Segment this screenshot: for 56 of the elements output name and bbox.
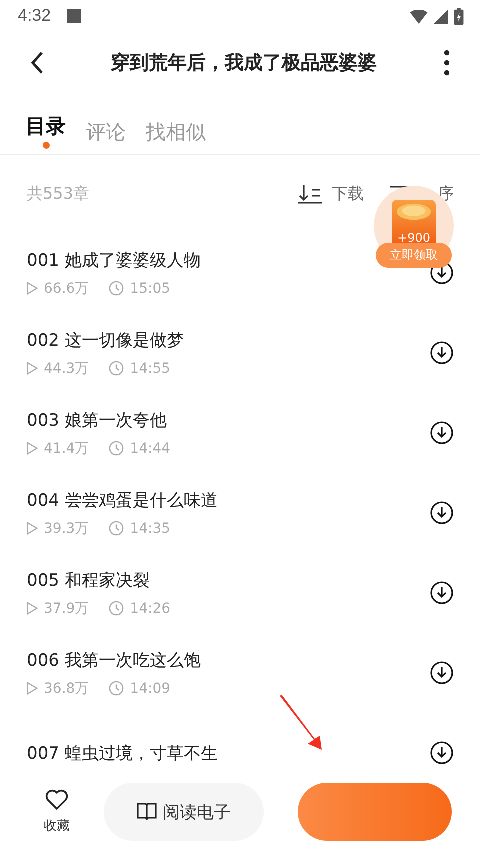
chapter-duration: 14:26 xyxy=(130,600,171,616)
download-icon[interactable] xyxy=(430,581,454,605)
chapter-duration: 14:35 xyxy=(130,520,171,536)
signal-icon xyxy=(434,9,448,23)
play-icon xyxy=(27,442,38,455)
clock-icon xyxy=(109,441,124,456)
download-list-icon xyxy=(298,184,322,204)
clock-icon xyxy=(109,681,124,696)
reward-amount: +900 xyxy=(398,231,430,245)
page-title: 穿到荒年后，我成了极品恶婆婆 xyxy=(110,51,378,76)
chapter-count: 共553章 xyxy=(27,184,90,204)
clock-icon xyxy=(109,521,124,536)
play-icon xyxy=(27,282,38,295)
chapter-title[interactable]: 004 尝尝鸡蛋是什么味道 xyxy=(27,488,218,512)
download-button[interactable]: 下载 xyxy=(298,184,364,204)
favorite-button[interactable]: 收藏 xyxy=(44,789,70,835)
play-icon xyxy=(27,362,38,375)
download-icon[interactable] xyxy=(430,741,454,765)
chapter-duration: 14:09 xyxy=(130,680,171,696)
annotation-arrow xyxy=(278,694,324,752)
wifi-icon xyxy=(410,9,428,23)
book-icon xyxy=(137,803,157,821)
tab[interactable]: 目录 xyxy=(26,99,66,149)
download-icon[interactable] xyxy=(430,661,454,685)
chapter-duration: 15:05 xyxy=(130,280,171,296)
download-icon[interactable] xyxy=(430,341,454,365)
chapter-title[interactable]: 001 她成了婆婆级人物 xyxy=(27,248,201,272)
heart-icon xyxy=(45,789,69,811)
battery-icon xyxy=(454,8,464,24)
play-count: 44.3万 xyxy=(44,360,90,378)
chapter-duration: 14:55 xyxy=(130,360,171,376)
clock-icon xyxy=(109,281,124,296)
play-count: 66.6万 xyxy=(44,280,90,298)
chapter-title[interactable]: 006 我第一次吃这么饱 xyxy=(27,648,201,672)
chapter-title[interactable]: 005 和程家决裂 xyxy=(27,568,150,592)
chapter-title[interactable]: 002 这一切像是做梦 xyxy=(27,328,184,352)
play-icon xyxy=(27,602,38,615)
coin-icon xyxy=(395,203,433,221)
status-time: 4:32 xyxy=(18,6,52,26)
chapter-title[interactable]: 007 蝗虫过境，寸草不生 xyxy=(27,742,218,764)
play-icon xyxy=(27,522,38,535)
chapter-title[interactable]: 003 娘第一次夸他 xyxy=(27,408,167,432)
play-icon xyxy=(27,682,38,695)
more-icon[interactable] xyxy=(444,50,450,76)
notification-icon xyxy=(67,9,82,23)
download-icon[interactable] xyxy=(430,501,454,525)
play-count: 39.3万 xyxy=(44,520,90,538)
play-count: 41.4万 xyxy=(44,440,90,458)
read-ebook-button[interactable]: 阅读电子 xyxy=(104,783,264,841)
play-count: 37.9万 xyxy=(44,600,90,618)
back-icon[interactable] xyxy=(30,51,44,75)
download-icon[interactable] xyxy=(430,421,454,445)
clock-icon xyxy=(109,361,124,376)
chapter-duration: 14:44 xyxy=(130,440,171,456)
clock-icon xyxy=(109,601,124,616)
play-count: 36.8万 xyxy=(44,680,90,698)
